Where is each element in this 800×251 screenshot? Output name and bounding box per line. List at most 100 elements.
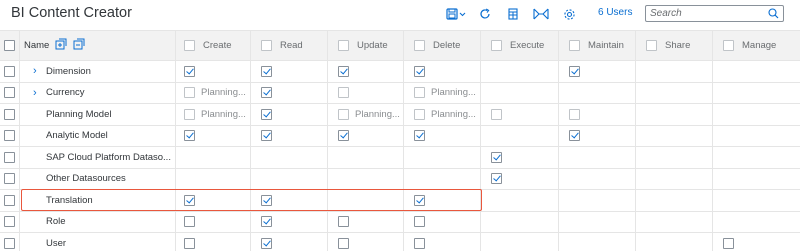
save-menu-button[interactable]	[444, 5, 468, 23]
update-permission-checkbox[interactable]	[338, 108, 349, 120]
maintain-column-checkbox[interactable]	[569, 40, 580, 51]
create-permission-checkbox[interactable]	[184, 108, 195, 120]
row-select-checkbox[interactable]	[4, 173, 15, 185]
read-permission-checkbox[interactable]	[261, 87, 272, 99]
refresh-icon	[480, 8, 490, 19]
read-column-checkbox[interactable]	[261, 40, 272, 51]
table-row[interactable]: › Dimension	[0, 61, 800, 83]
column-header-delete: Delete	[433, 40, 461, 51]
row-name: Currency	[46, 87, 85, 99]
row-select-checkbox[interactable]	[4, 237, 15, 249]
table-settings-button[interactable]	[505, 5, 521, 23]
execute-column-checkbox[interactable]	[491, 40, 502, 51]
read-permission-checkbox[interactable]	[261, 216, 272, 228]
expand-chevron-icon[interactable]: ›	[33, 65, 37, 77]
delete-permission-checkbox[interactable]	[414, 194, 425, 206]
column-header-create: Create	[203, 40, 232, 51]
maintain-permission-checkbox[interactable]	[569, 65, 580, 77]
row-name: SAP Cloud Platform Dataso...	[46, 151, 171, 163]
update-permission-checkbox[interactable]	[338, 87, 349, 99]
column-header-read: Read	[280, 40, 303, 51]
row-select-checkbox[interactable]	[4, 216, 15, 228]
table-row[interactable]: User	[0, 233, 800, 251]
settings-button[interactable]	[561, 5, 577, 23]
hierarchy-icon	[533, 8, 549, 20]
read-permission-checkbox[interactable]	[261, 194, 272, 206]
create-permission-checkbox[interactable]	[184, 87, 195, 99]
row-select-checkbox[interactable]	[4, 151, 15, 163]
manage-permission-checkbox[interactable]	[723, 237, 734, 249]
maintain-permission-checkbox[interactable]	[569, 108, 580, 120]
delete-permission-checkbox[interactable]	[414, 237, 425, 249]
column-header-share: Share	[665, 40, 691, 51]
create-permission-checkbox[interactable]	[184, 216, 195, 228]
maintain-permission-checkbox[interactable]	[569, 130, 580, 142]
create-permission-checkbox[interactable]	[184, 65, 195, 77]
search-field[interactable]	[645, 5, 784, 22]
execute-permission-checkbox[interactable]	[491, 151, 502, 163]
expand-all-icon[interactable]	[55, 38, 67, 53]
row-name: Planning Model	[46, 108, 112, 120]
table-row[interactable]: Translation	[0, 190, 800, 212]
save-dropdown-icon	[446, 8, 466, 20]
hierarchy-button[interactable]	[532, 5, 550, 23]
create-column-checkbox[interactable]	[184, 40, 195, 51]
manage-column-checkbox[interactable]	[723, 40, 734, 51]
row-name: Dimension	[46, 65, 91, 77]
column-header-name: Name	[24, 40, 50, 51]
table-row[interactable]: SAP Cloud Platform Dataso...	[0, 147, 800, 169]
planning-note: Planning...	[201, 108, 246, 120]
search-icon[interactable]	[768, 8, 779, 22]
execute-permission-checkbox[interactable]	[491, 173, 502, 185]
update-permission-checkbox[interactable]	[338, 65, 349, 77]
row-name: Other Datasources	[46, 173, 126, 185]
row-name: Translation	[46, 194, 93, 206]
read-permission-checkbox[interactable]	[261, 237, 272, 249]
planning-note: Planning...	[431, 108, 476, 120]
update-permission-checkbox[interactable]	[338, 130, 349, 142]
column-header-manage: Manage	[742, 40, 777, 51]
update-permission-checkbox[interactable]	[338, 216, 349, 228]
delete-column-checkbox[interactable]	[414, 40, 425, 51]
row-select-checkbox[interactable]	[4, 194, 15, 206]
collapse-all-icon[interactable]	[73, 38, 85, 53]
delete-permission-checkbox[interactable]	[414, 216, 425, 228]
row-select-checkbox[interactable]	[4, 87, 15, 99]
refresh-button[interactable]	[477, 5, 493, 23]
table-row[interactable]: Role	[0, 211, 800, 233]
row-name: User	[46, 237, 67, 249]
gear-icon	[563, 8, 575, 20]
users-count-button[interactable]: 6 Users	[598, 7, 632, 18]
table-row[interactable]: Other Datasources	[0, 168, 800, 190]
create-permission-checkbox[interactable]	[184, 130, 195, 142]
create-permission-checkbox[interactable]	[184, 194, 195, 206]
row-select-checkbox[interactable]	[4, 130, 15, 142]
read-permission-checkbox[interactable]	[261, 65, 272, 77]
table-row[interactable]: Planning Model Planning... Planning... Plan…	[0, 104, 800, 126]
delete-permission-checkbox[interactable]	[414, 65, 425, 77]
row-name: Analytic Model	[46, 130, 108, 142]
delete-permission-checkbox[interactable]	[414, 108, 425, 120]
update-permission-checkbox[interactable]	[338, 237, 349, 249]
table-row[interactable]: › Currency Planning... Planning...	[0, 82, 800, 104]
select-all-checkbox[interactable]	[4, 40, 15, 51]
row-select-checkbox[interactable]	[4, 108, 15, 120]
column-header-execute: Execute	[510, 40, 545, 51]
app-header: BI Content Creator 6 Users Search	[0, 0, 800, 29]
search-input[interactable]	[650, 7, 765, 20]
delete-permission-checkbox[interactable]	[414, 87, 425, 99]
create-permission-checkbox[interactable]	[184, 237, 195, 249]
execute-permission-checkbox[interactable]	[491, 108, 502, 120]
update-column-checkbox[interactable]	[338, 40, 349, 51]
planning-note: Planning...	[201, 87, 246, 99]
expand-chevron-icon[interactable]: ›	[33, 87, 37, 99]
row-select-checkbox[interactable]	[4, 65, 15, 77]
read-permission-checkbox[interactable]	[261, 108, 272, 120]
read-permission-checkbox[interactable]	[261, 130, 272, 142]
delete-permission-checkbox[interactable]	[414, 130, 425, 142]
planning-note: Planning...	[431, 87, 476, 99]
share-column-checkbox[interactable]	[646, 40, 657, 51]
table-header-row: Name Create Read Update Delete Execute M…	[0, 30, 800, 61]
table-row[interactable]: Analytic Model	[0, 125, 800, 147]
page-title: BI Content Creator	[11, 5, 132, 21]
